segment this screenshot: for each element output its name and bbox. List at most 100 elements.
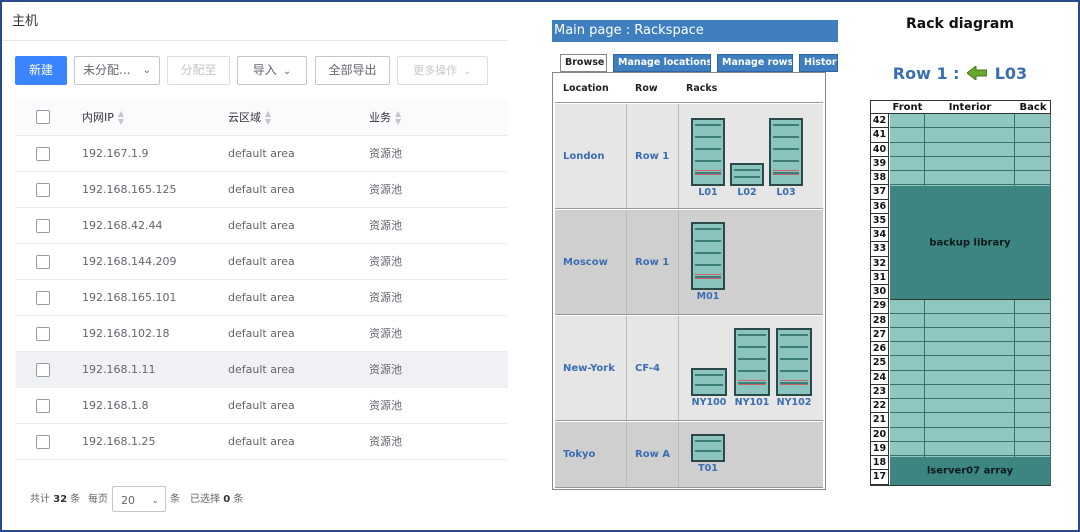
rack-thumbnail[interactable] (769, 118, 803, 186)
tab-history[interactable]: History (799, 54, 838, 72)
front-slot[interactable] (890, 128, 925, 143)
table-row[interactable]: 192.168.144.209 default area 资源池 (16, 244, 508, 280)
back-slot[interactable] (1015, 441, 1051, 456)
table-row[interactable]: 192.167.1.9 default area 资源池 (16, 136, 508, 172)
back-slot[interactable] (1015, 370, 1051, 385)
interior-slot[interactable] (925, 313, 1015, 328)
rack-thumbnail[interactable] (691, 222, 725, 290)
table-row[interactable]: 192.168.165.101 default area 资源池 (16, 280, 508, 316)
back-slot[interactable] (1015, 384, 1051, 399)
row-checkbox[interactable] (36, 327, 50, 341)
table-row[interactable]: 192.168.1.25 default area 资源池 (16, 424, 508, 460)
rack-link[interactable]: M01 (685, 291, 731, 302)
tab-browse[interactable]: Browse (560, 54, 607, 72)
new-button[interactable]: 新建 (15, 56, 67, 85)
interior-slot[interactable] (925, 327, 1015, 342)
front-slot[interactable] (890, 370, 925, 385)
back-slot[interactable] (1015, 156, 1051, 171)
rack-thumbnail[interactable] (691, 368, 727, 396)
rack-link[interactable]: NY102 (770, 397, 818, 408)
column-header-ip[interactable]: 内网IP ▲ ▼ (82, 99, 124, 136)
back-slot[interactable] (1015, 142, 1051, 157)
table-row[interactable]: 192.168.102.18 default area 资源池 (16, 316, 508, 352)
back-slot[interactable] (1015, 128, 1051, 143)
row-checkbox[interactable] (36, 183, 50, 197)
front-slot[interactable] (890, 356, 925, 371)
column-header-biz[interactable]: 业务 ▲ ▼ (369, 99, 401, 136)
mounted-object[interactable]: lserver07 array (890, 457, 1050, 486)
front-slot[interactable] (890, 384, 925, 399)
import-button[interactable]: 导入 ⌄ (237, 56, 307, 85)
front-slot[interactable] (890, 313, 925, 328)
row-link[interactable]: CF-4 (635, 363, 660, 374)
back-slot[interactable] (1015, 399, 1051, 414)
front-slot[interactable] (890, 327, 925, 342)
front-slot[interactable] (890, 299, 925, 314)
location-link[interactable]: London (563, 151, 605, 162)
back-slot[interactable] (1015, 342, 1051, 357)
back-slot[interactable] (1015, 413, 1051, 428)
tab-manage-rows[interactable]: Manage rows (717, 54, 793, 72)
back-slot[interactable] (1015, 299, 1051, 314)
table-row[interactable]: 192.168.42.44 default area 资源池 (16, 208, 508, 244)
interior-slot[interactable] (925, 342, 1015, 357)
location-link[interactable]: Tokyo (563, 449, 595, 460)
rack-link[interactable]: T01 (685, 463, 731, 474)
export-all-button[interactable]: 全部导出 (315, 56, 390, 85)
select-all-checkbox[interactable] (36, 110, 50, 124)
table-row[interactable]: 192.168.165.125 default area 资源池 (16, 172, 508, 208)
interior-slot[interactable] (925, 399, 1015, 414)
back-slot[interactable] (1015, 114, 1051, 129)
interior-slot[interactable] (925, 156, 1015, 171)
back-slot[interactable] (1015, 356, 1051, 371)
front-slot[interactable] (890, 114, 925, 129)
interior-slot[interactable] (925, 427, 1015, 442)
interior-slot[interactable] (925, 128, 1015, 143)
front-slot[interactable] (890, 441, 925, 456)
front-slot[interactable] (890, 342, 925, 357)
tab-manage-locations[interactable]: Manage locations (613, 54, 711, 72)
interior-slot[interactable] (925, 114, 1015, 129)
row-checkbox[interactable] (36, 363, 50, 377)
interior-slot[interactable] (925, 384, 1015, 399)
interior-slot[interactable] (925, 370, 1015, 385)
back-slot[interactable] (1015, 313, 1051, 328)
row-link[interactable]: Row 1 : (893, 64, 960, 83)
row-checkbox[interactable] (36, 255, 50, 269)
per-page-select[interactable]: 20 ⌄ (112, 486, 166, 512)
row-checkbox[interactable] (36, 147, 50, 161)
assign-to-button[interactable]: 分配至 (167, 56, 230, 85)
front-slot[interactable] (890, 142, 925, 157)
rack-thumbnail[interactable] (730, 163, 764, 186)
rack-thumbnail[interactable] (776, 328, 812, 396)
front-slot[interactable] (890, 156, 925, 171)
back-slot[interactable] (1015, 427, 1051, 442)
rack-thumbnail[interactable] (734, 328, 770, 396)
row-checkbox[interactable] (36, 291, 50, 305)
rack-link[interactable]: L03 (763, 187, 809, 198)
back-slot[interactable] (1015, 327, 1051, 342)
interior-slot[interactable] (925, 413, 1015, 428)
interior-slot[interactable] (925, 299, 1015, 314)
location-link[interactable]: Moscow (563, 257, 608, 268)
front-slot[interactable] (890, 427, 925, 442)
row-checkbox[interactable] (36, 399, 50, 413)
row-link[interactable]: Row 1 (635, 257, 669, 268)
interior-slot[interactable] (925, 142, 1015, 157)
table-row[interactable]: 192.168.1.11 default area 资源池 (16, 352, 508, 388)
row-link[interactable]: Row 1 (635, 151, 669, 162)
rack-link[interactable]: NY101 (728, 397, 776, 408)
row-link[interactable]: Row A (635, 449, 670, 460)
assign-select[interactable]: 未分配... ⌄ (74, 56, 160, 85)
table-row[interactable]: 192.168.1.8 default area 资源池 (16, 388, 508, 424)
location-link[interactable]: New-York (563, 363, 615, 374)
mounted-object[interactable]: backup library (890, 186, 1050, 301)
interior-slot[interactable] (925, 441, 1015, 456)
front-slot[interactable] (890, 399, 925, 414)
rack-link[interactable]: NY100 (685, 397, 733, 408)
front-slot[interactable] (890, 171, 925, 186)
front-slot[interactable] (890, 413, 925, 428)
row-checkbox[interactable] (36, 219, 50, 233)
interior-slot[interactable] (925, 171, 1015, 186)
back-arrow-icon[interactable] (967, 66, 988, 80)
